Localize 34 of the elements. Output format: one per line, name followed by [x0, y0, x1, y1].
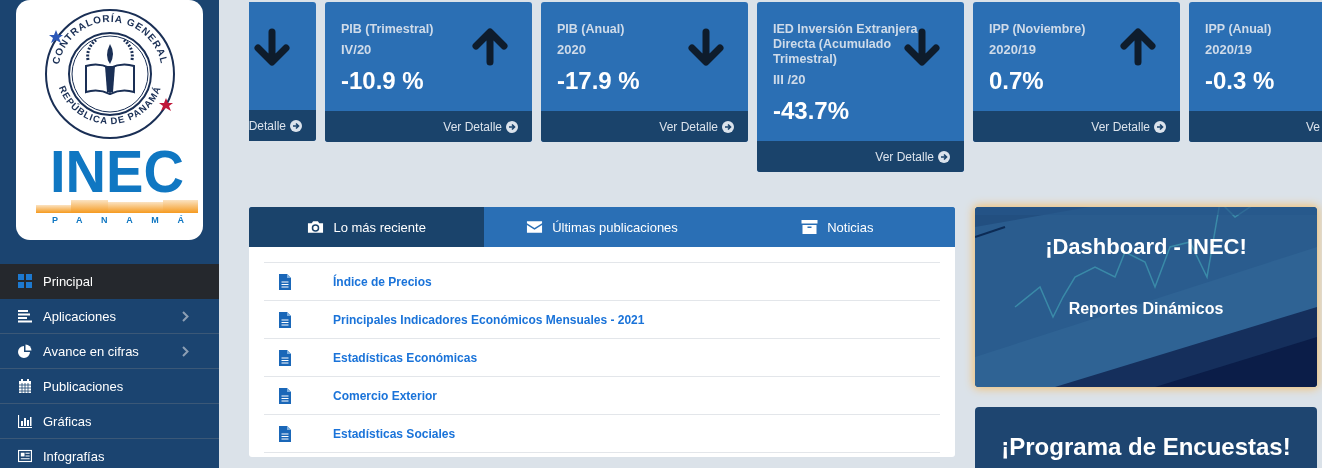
indicator-title: PIB (Trimestral): [341, 22, 435, 37]
publication-link[interactable]: Estadísticas Económicas: [333, 350, 478, 365]
detail-link[interactable]: Ver Detalle: [1091, 119, 1166, 134]
indicator-period: 2020/19: [1205, 42, 1253, 57]
publication-link[interactable]: Índice de Precios: [333, 274, 432, 289]
indicator-title: PIB (Anual): [557, 22, 626, 37]
detail-link[interactable]: Ver Detalle: [659, 119, 734, 134]
promo-banner[interactable]: ¡Dashboard - INEC! Reportes Dinámicos: [975, 207, 1317, 387]
indicator-period: 2020: [557, 42, 587, 57]
indicator-title: IPP (Anual): [1205, 22, 1273, 37]
tab[interactable]: Lo más reciente: [249, 207, 485, 247]
indicator-title: IPP (Noviembre): [989, 22, 1087, 37]
country-text: PANAMÁ: [52, 215, 184, 225]
promo-subtitle: Reportes Dinámicos: [1068, 300, 1224, 318]
promo-banner[interactable]: ¡Programa de Encuestas!: [975, 407, 1317, 468]
indicator-value: -0.3 %: [1205, 67, 1276, 95]
detail-link[interactable]: Ver Detalle: [443, 119, 518, 134]
indicator-period: IV/20: [341, 42, 373, 57]
indicator-period: 2020/19: [989, 42, 1037, 57]
brand-logo-text: INEC: [50, 138, 194, 205]
indicator-value: -43.7%: [773, 97, 851, 125]
indicator-value: 0.7%: [989, 67, 1045, 95]
indicator-period: III /20: [773, 72, 807, 87]
indicator-value: -10.9 %: [341, 67, 425, 95]
indicator-title: IED Inversión Extranjera Directa (Acumulado Trimestral): [773, 22, 919, 67]
detail-link[interactable]: Ver Detalle: [875, 149, 950, 164]
promo-title: ¡Programa de Encuestas!: [1001, 433, 1291, 461]
indicator-value: -17.9 %: [557, 67, 641, 95]
promo-title: ¡Dashboard - INEC!: [1045, 234, 1247, 260]
publication-link[interactable]: Comercio Exterior: [333, 388, 438, 403]
detail-link[interactable]: Ve: [1306, 119, 1320, 134]
publication-link[interactable]: Estadísticas Sociales: [333, 426, 456, 441]
publication-link[interactable]: Principales Indicadores Económicos Mensuales - 2021: [333, 312, 645, 327]
sidebar-item[interactable]: Principal: [0, 264, 219, 299]
